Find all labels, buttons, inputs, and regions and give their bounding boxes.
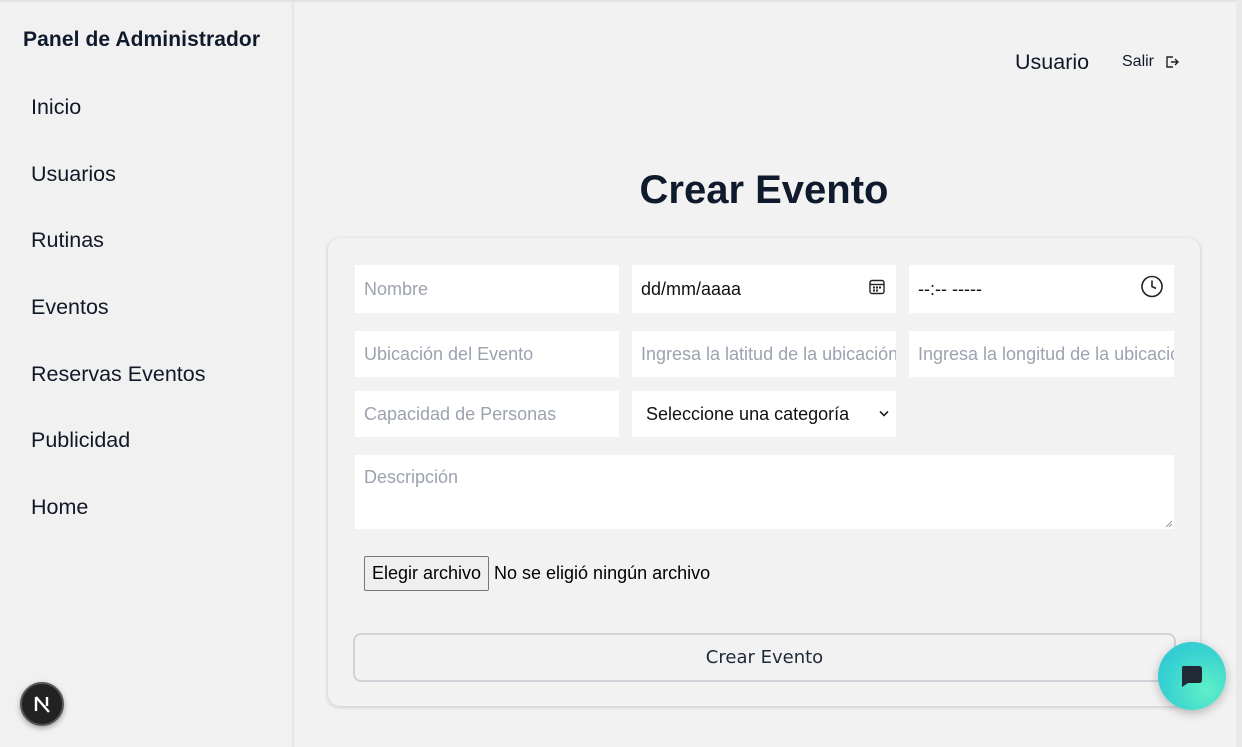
location-placeholder: Ubicación del Evento bbox=[364, 343, 534, 364]
sidebar-item-home[interactable]: Home bbox=[31, 493, 205, 560]
location-input[interactable]: Ubicación del Evento bbox=[355, 331, 619, 377]
logout-label: Salir bbox=[1122, 53, 1155, 70]
longitude-placeholder: Ingresa la longitud de la ubicación bbox=[918, 343, 1174, 364]
user-label: Usuario bbox=[1015, 50, 1090, 74]
sidebar-nav: Inicio Usuarios Rutinas Eventos Reservas… bbox=[31, 93, 205, 560]
nextjs-dev-badge[interactable] bbox=[20, 682, 64, 726]
sidebar-item-eventos[interactable]: Eventos bbox=[31, 293, 205, 360]
resize-handle-icon[interactable] bbox=[1165, 520, 1173, 528]
latitude-input[interactable]: Ingresa la latitud de la ubicación bbox=[632, 331, 896, 377]
sidebar-item-publicidad[interactable]: Publicidad bbox=[31, 426, 205, 493]
scrollbar-track[interactable] bbox=[1236, 0, 1242, 747]
date-input[interactable]: dd/mm/aaaa bbox=[632, 265, 896, 313]
sidebar-item-reservas-eventos[interactable]: Reservas Eventos bbox=[31, 360, 205, 427]
chat-button[interactable] bbox=[1158, 642, 1226, 710]
n-logo-icon bbox=[34, 696, 50, 713]
time-input[interactable]: --:-- ----- bbox=[909, 265, 1174, 313]
sidebar-item-inicio[interactable]: Inicio bbox=[31, 93, 205, 160]
calendar-icon[interactable] bbox=[868, 278, 886, 301]
logout-button[interactable]: Salir bbox=[1122, 53, 1180, 71]
capacity-placeholder: Capacidad de Personas bbox=[364, 403, 557, 424]
file-status: No se eligió ningún archivo bbox=[494, 563, 711, 583]
description-textarea[interactable]: Descripción bbox=[355, 455, 1174, 529]
clock-icon[interactable] bbox=[1140, 275, 1164, 304]
category-selected: Seleccione una categoría bbox=[646, 403, 850, 424]
capacity-input[interactable]: Capacidad de Personas bbox=[355, 391, 619, 437]
time-value: --:-- ----- bbox=[918, 278, 982, 299]
latitude-placeholder: Ingresa la latitud de la ubicación bbox=[641, 343, 896, 364]
name-placeholder: Nombre bbox=[364, 278, 429, 299]
name-input[interactable]: Nombre bbox=[355, 265, 619, 313]
longitude-input[interactable]: Ingresa la longitud de la ubicación bbox=[909, 331, 1174, 377]
category-select[interactable]: Seleccione una categoría bbox=[632, 391, 896, 437]
sidebar-title: Panel de Administrador bbox=[23, 28, 261, 51]
description-placeholder: Descripción bbox=[364, 467, 459, 487]
sidebar: Panel de Administrador Inicio Usuarios R… bbox=[0, 2, 294, 747]
page-title: Crear Evento bbox=[639, 168, 889, 212]
logout-icon bbox=[1166, 56, 1180, 68]
date-value: dd/mm/aaaa bbox=[641, 278, 742, 299]
chat-bubble-icon bbox=[1182, 666, 1202, 687]
sidebar-item-rutinas[interactable]: Rutinas bbox=[31, 226, 205, 293]
create-event-button[interactable]: Crear Evento bbox=[353, 633, 1176, 682]
choose-file-button[interactable]: Elegir archivo bbox=[364, 556, 489, 591]
chevron-down-icon bbox=[878, 404, 890, 425]
